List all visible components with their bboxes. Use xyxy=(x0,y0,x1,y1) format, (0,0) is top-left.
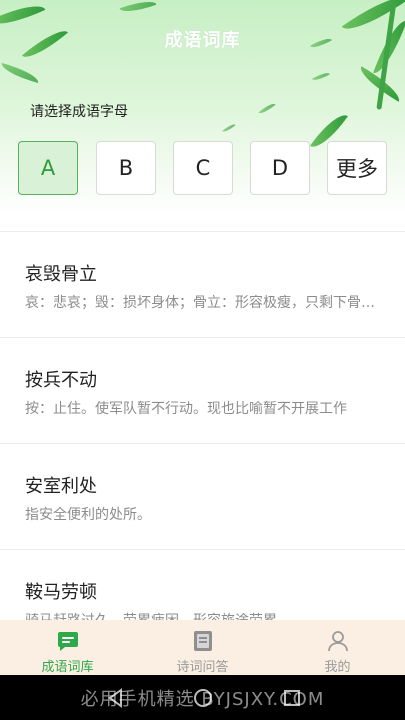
idiom-description: 按：止住。使军队暂不行动。现也比喻暂不开展工作 xyxy=(25,401,347,417)
recent-apps-icon[interactable] xyxy=(281,687,303,709)
letter-button-d[interactable]: D xyxy=(250,141,310,195)
list-item[interactable]: 哀毁骨立 哀：悲哀；毁：损坏身体；骨立：形容极瘦，只剩下骨架。旧时形容父母死后悲… xyxy=(0,232,405,338)
header: 成语词库 请选择成语字母 A B C D 更多 xyxy=(0,0,405,215)
letter-prompt: 请选择成语字母 xyxy=(30,104,128,120)
nav-label: 我的 xyxy=(324,660,351,675)
idiom-title: 安室利处 xyxy=(25,476,97,497)
bamboo-leaf-icon xyxy=(119,0,157,17)
bamboo-leaf-icon xyxy=(0,62,41,84)
idiom-title: 鞍马劳顿 xyxy=(25,582,97,603)
screen: 成语词库 请选择成语字母 A B C D 更多 哀毁骨立 哀：悲哀；毁：损坏身体… xyxy=(0,0,405,720)
home-icon[interactable] xyxy=(192,687,214,709)
letter-button-a[interactable]: A xyxy=(18,141,78,195)
idiom-description: 指安全便利的处所。 xyxy=(25,507,151,523)
list-item[interactable]: 鞍马劳顿 骑马赶路过久，劳累疲困。形容旅途劳累。 xyxy=(0,550,405,620)
letter-button-b[interactable]: B xyxy=(96,141,156,195)
nav-label: 成语词库 xyxy=(41,660,94,675)
idiom-title: 哀毁骨立 xyxy=(25,264,97,285)
bamboo-leaf-icon xyxy=(258,100,276,117)
bamboo-leaf-icon xyxy=(222,121,236,135)
idiom-description: 哀：悲哀；毁：损坏身体；骨立：形容极瘦，只剩下骨架。旧时形容父母死后悲伤过度的样… xyxy=(25,295,380,311)
back-icon[interactable] xyxy=(105,687,127,709)
bamboo-leaf-icon xyxy=(311,69,331,84)
idiom-description: 骑马赶路过久，劳累疲困。形容旅途劳累。 xyxy=(25,610,380,620)
letter-button-c[interactable]: C xyxy=(173,141,233,195)
page-title: 成语词库 xyxy=(164,30,241,51)
list-item[interactable]: 按兵不动 按：止住。使军队暂不行动。现也比喻暂不开展工作 xyxy=(0,338,405,444)
nav-label: 诗词问答 xyxy=(176,660,229,675)
book-answer-icon xyxy=(194,631,212,651)
nav-tab-mine[interactable]: 我的 xyxy=(270,620,405,675)
nav-tab-poetry-qa[interactable]: 诗词问答 xyxy=(135,620,270,675)
list-item[interactable]: 安室利处 指安全便利的处所。 xyxy=(0,444,405,550)
system-nav-bar: 必用手机精选 BYJSJXY.COM xyxy=(0,675,405,720)
user-icon xyxy=(328,631,348,652)
idiom-list: 哀毁骨立 哀：悲哀；毁：损坏身体；骨立：形容极瘦，只剩下骨架。旧时形容父母死后悲… xyxy=(0,232,405,620)
idiom-title: 按兵不动 xyxy=(25,370,97,391)
more-letters-button[interactable]: 更多 xyxy=(327,141,387,195)
nav-tab-idiom-library[interactable]: 成语词库 xyxy=(0,620,135,675)
letter-selector: A B C D 更多 xyxy=(18,141,388,195)
chat-bubble-icon xyxy=(58,632,78,651)
bottom-nav: 成语词库 诗词问答 我的 xyxy=(0,620,405,675)
